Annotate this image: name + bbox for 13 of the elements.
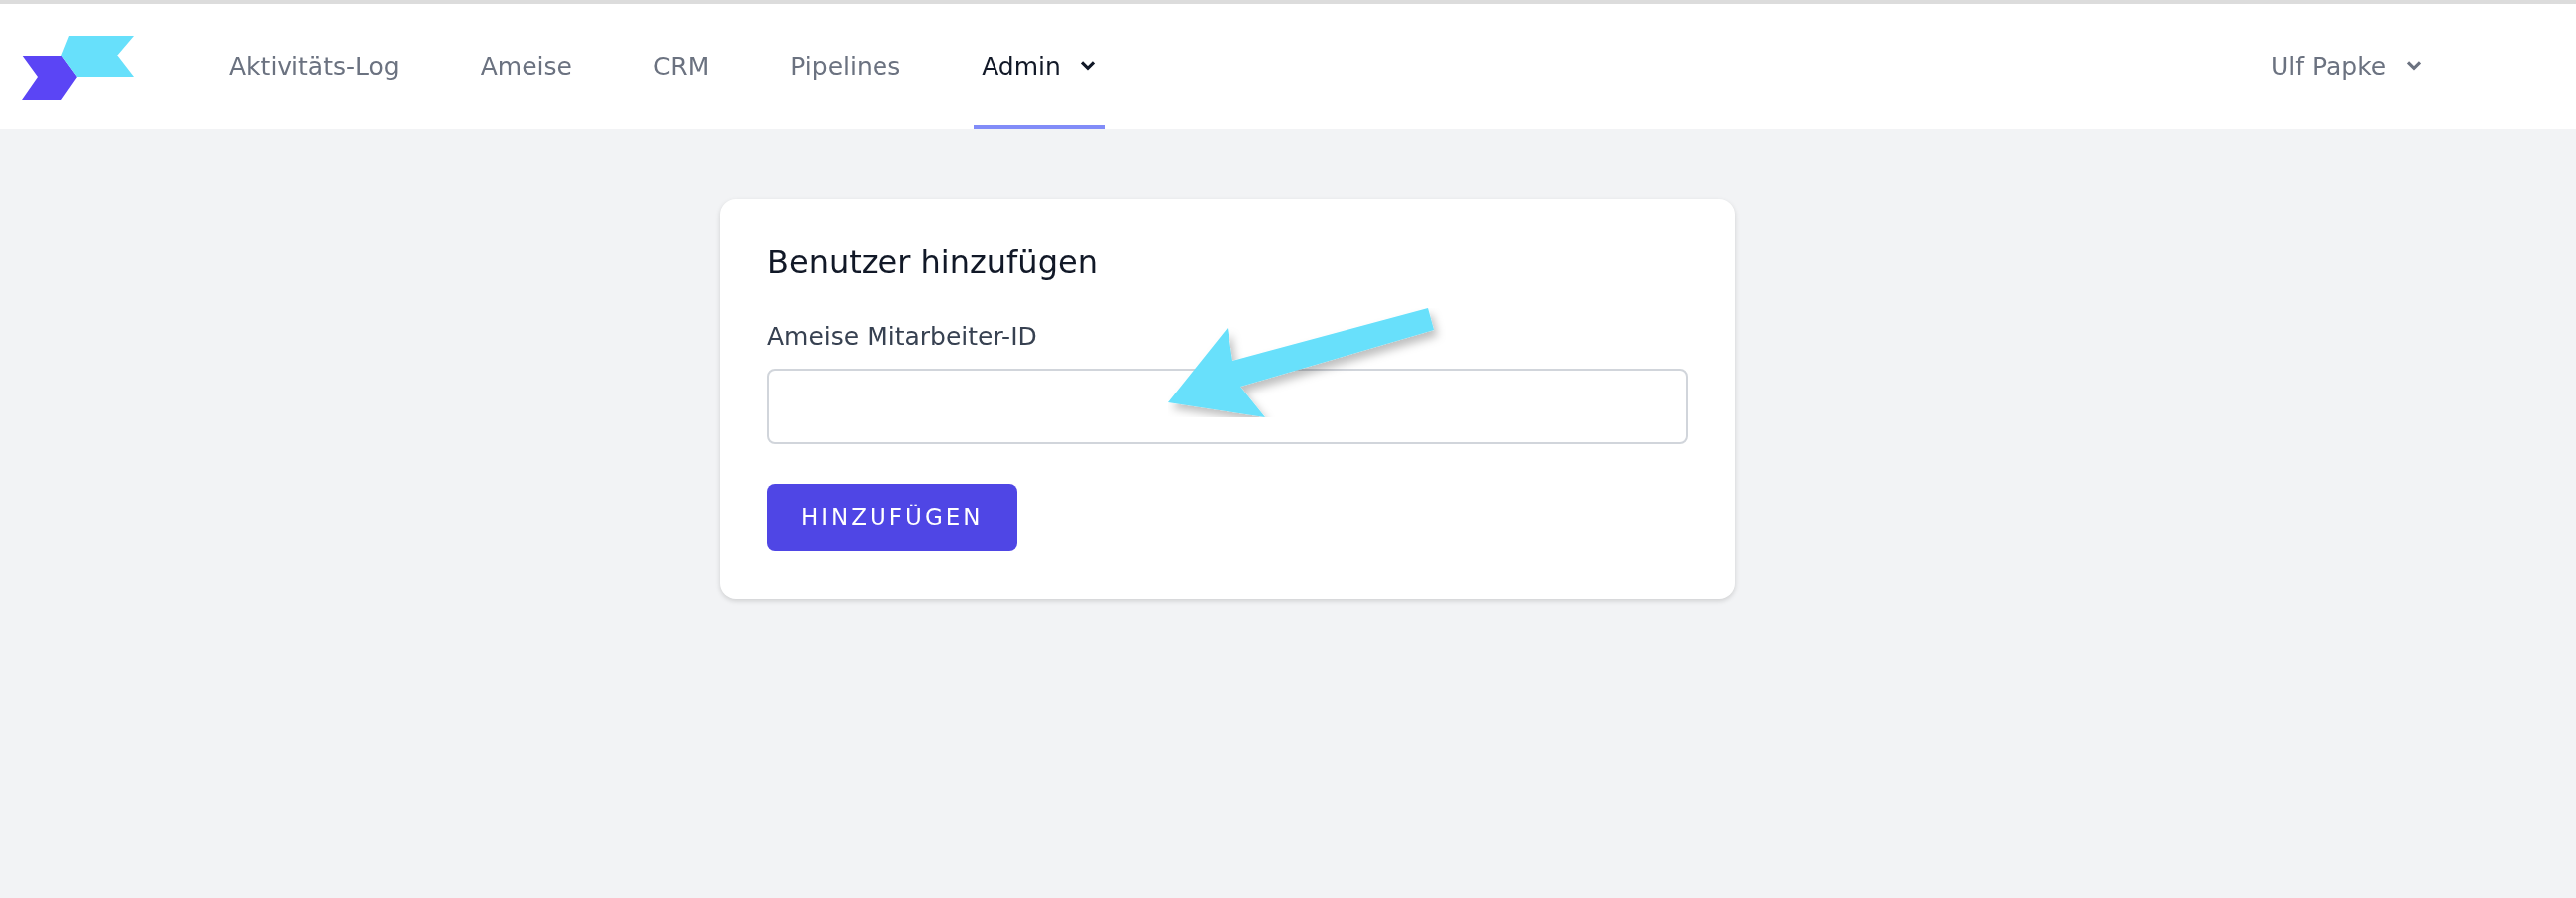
field-label: Ameise Mitarbeiter-ID	[767, 322, 1037, 351]
logo-icon[interactable]	[22, 35, 134, 100]
nav-tab[interactable]: Pipelines	[782, 4, 909, 129]
nav-tab[interactable]: Ameise	[472, 4, 580, 129]
card-title: Benutzer hinzufügen	[767, 243, 1098, 281]
add-button[interactable]: HINZUFÜGEN	[767, 484, 1017, 551]
nav-tab[interactable]: Aktivitäts-Log	[221, 4, 408, 129]
input-field[interactable]	[767, 369, 1688, 444]
nav-tab[interactable]: Admin	[974, 4, 1105, 129]
chevron-down-icon	[2405, 60, 2424, 72]
chevron-down-icon	[1078, 60, 1097, 72]
user-menu[interactable]: Ulf Papke	[2271, 4, 2424, 129]
nav-tab[interactable]: CRM	[644, 4, 718, 129]
